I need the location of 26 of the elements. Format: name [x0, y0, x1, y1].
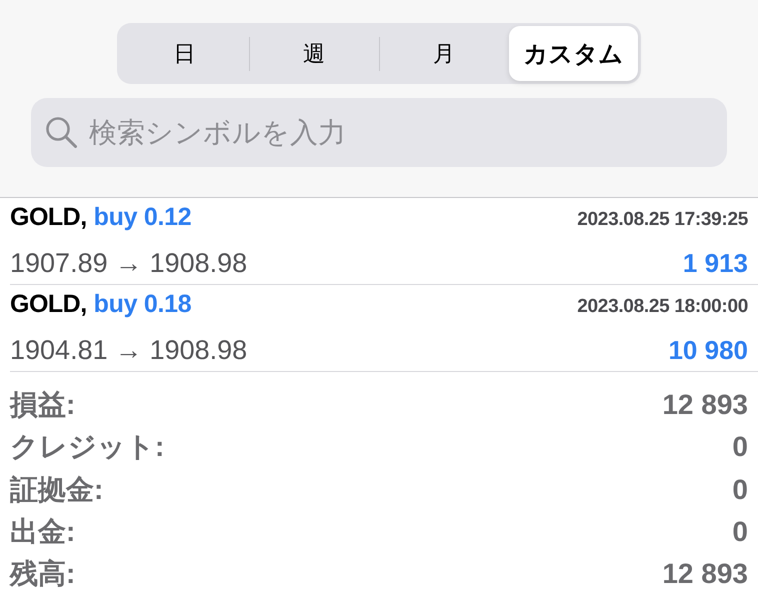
- summary-label: 証拠金:: [10, 472, 104, 507]
- symbol-label: GOLD,: [10, 203, 87, 231]
- time-label: 2023.08.25 17:39:25: [577, 209, 748, 231]
- period-tab[interactable]: カスタム: [509, 26, 638, 81]
- summary-value: 0: [732, 431, 748, 464]
- profit-value: 1 913: [682, 248, 748, 279]
- period-tab[interactable]: 日: [120, 26, 249, 81]
- summary-value: 12 893: [662, 558, 748, 590]
- period-tab[interactable]: 月: [380, 26, 508, 81]
- price-range: 1904.81 → 1908.98: [10, 335, 248, 366]
- summary-value: 12 893: [662, 389, 748, 422]
- summary-label: 損益:: [10, 388, 76, 422]
- deal-label: buy 0.18: [94, 290, 192, 318]
- summary-label: 出金:: [10, 515, 76, 550]
- summary-label: クレジット:: [10, 430, 164, 464]
- deal-label: buy 0.12: [94, 203, 192, 231]
- summary-value: 0: [732, 474, 748, 506]
- period-tab[interactable]: 週: [250, 26, 378, 81]
- summary-label: 残高:: [10, 557, 76, 592]
- search-field[interactable]: 検索シンボルを入力: [31, 98, 727, 167]
- symbol-label: GOLD,: [10, 290, 87, 318]
- time-label: 2023.08.25 18:00:00: [577, 296, 748, 318]
- summary-value: 0: [732, 516, 748, 548]
- search-icon: [45, 116, 77, 148]
- profit-value: 10 980: [668, 335, 748, 366]
- price-range: 1907.89 → 1908.98: [10, 248, 248, 279]
